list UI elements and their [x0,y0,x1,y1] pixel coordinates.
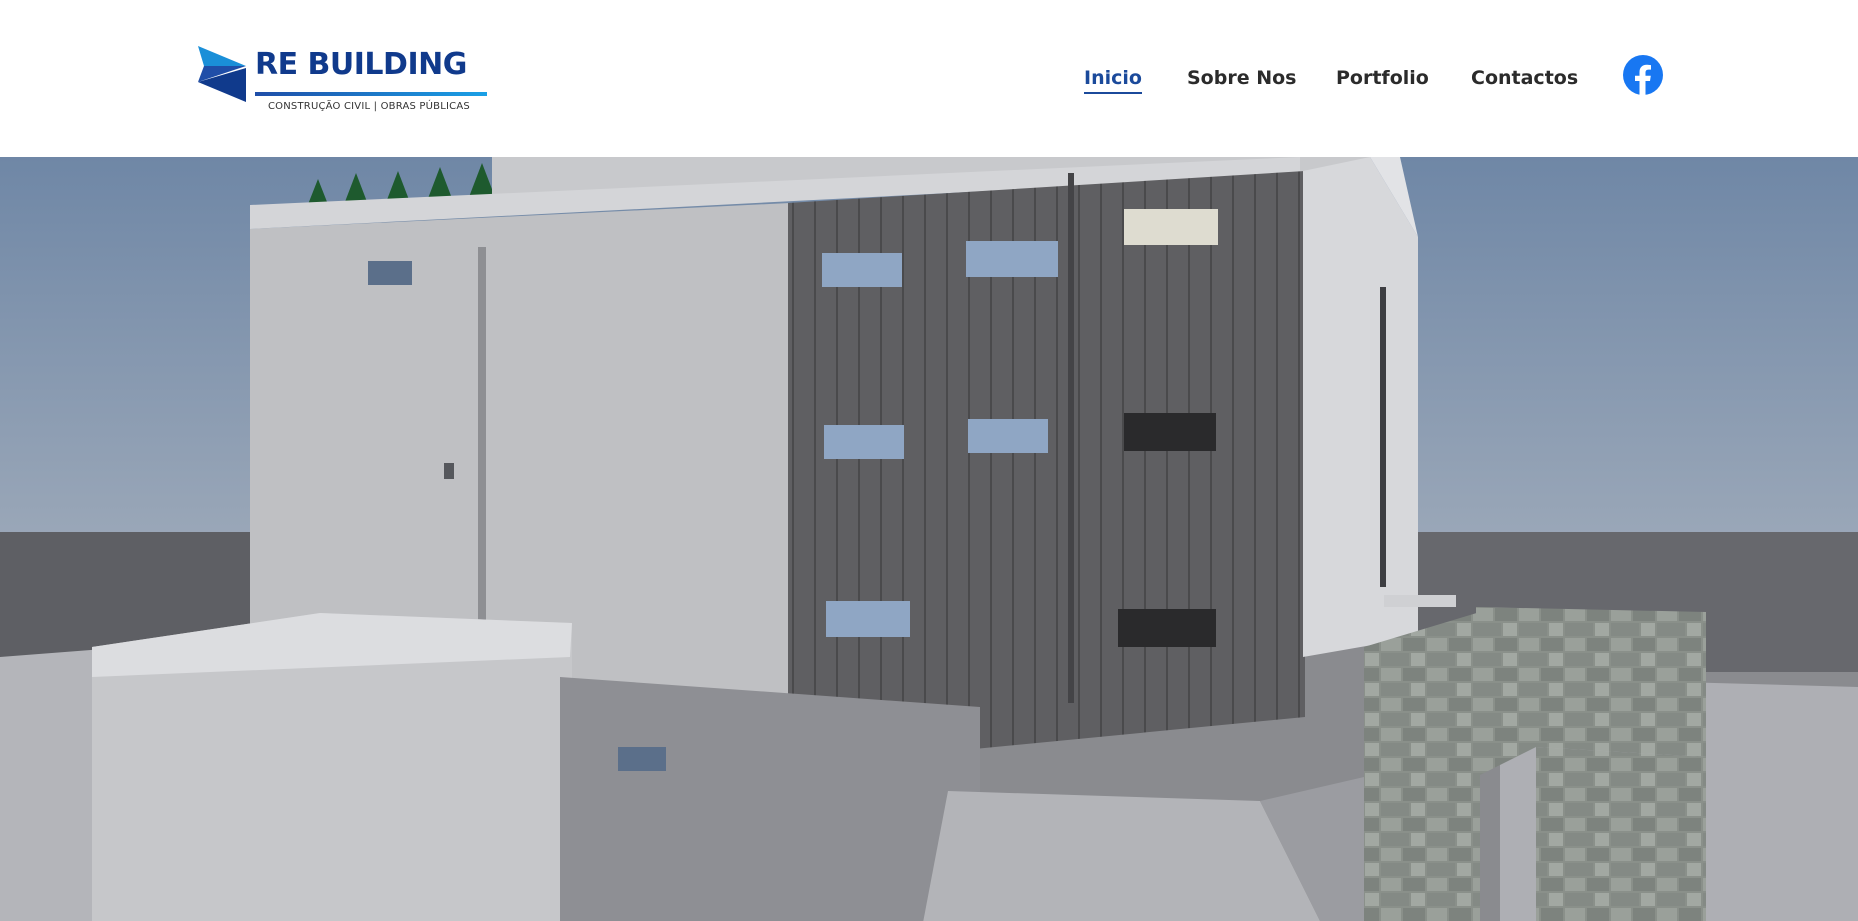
main-nav: Inicio Sobre Nos Portfolio Contactos [0,64,1858,94]
nav-item-sobre-nos[interactable]: Sobre Nos [1187,64,1296,92]
site-header: RE BUILDING CONSTRUÇÃO CIVIL | OBRAS PÚB… [0,0,1858,157]
facebook-link[interactable] [1623,55,1663,95]
nav-item-portfolio[interactable]: Portfolio [1336,64,1429,92]
nav-item-inicio[interactable]: Inicio [1084,64,1142,94]
logo-tagline: CONSTRUÇÃO CIVIL | OBRAS PÚBLICAS [268,101,470,112]
hero-building-render [0,157,1858,921]
facebook-icon [1623,55,1663,95]
hero-banner [0,157,1858,921]
nav-item-contactos[interactable]: Contactos [1471,64,1578,92]
